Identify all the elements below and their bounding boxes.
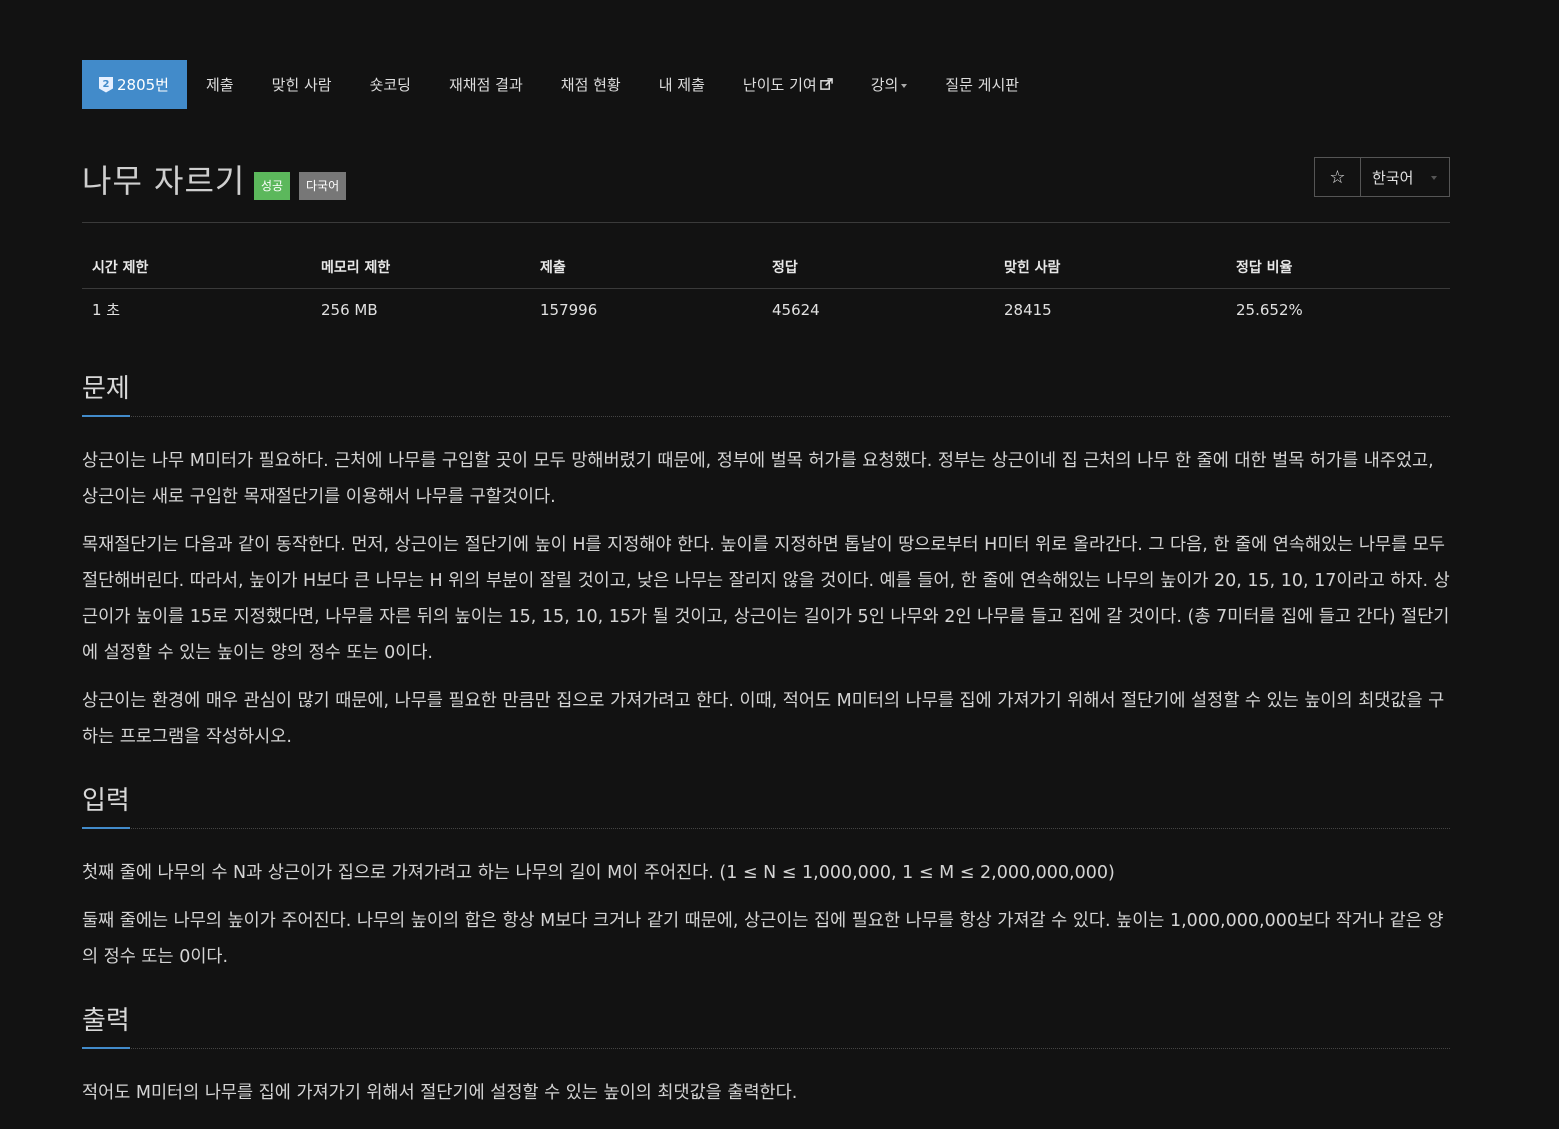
favorite-button[interactable]: ☆ (1315, 158, 1361, 196)
table-row: 1 초 256 MB 157996 45624 28415 25.652% (82, 289, 1450, 331)
tab-submit[interactable]: 제출 (187, 60, 253, 109)
description-paragraph: 상근이는 환경에 매우 관심이 많기 때문에, 나무를 필요한 만큼만 집으로 … (82, 691, 1445, 747)
tab-rejudge-results[interactable]: 재채점 결과 (430, 60, 542, 109)
description-section-header: 문제 (82, 368, 1450, 417)
section-title: 문제 (82, 368, 130, 417)
header-accept-ratio: 정답 비율 (1226, 244, 1450, 289)
language-select[interactable]: 한국어 (1361, 158, 1449, 196)
header-solved-users: 맞힌 사람 (994, 244, 1226, 289)
star-icon: ☆ (1329, 166, 1346, 188)
difficulty-contribution-label: 난이도 기여 (742, 76, 817, 94)
tier-badge-icon: 2 (99, 76, 113, 93)
chevron-down-icon (1431, 176, 1438, 180)
success-badge: 성공 (254, 172, 291, 200)
header-memory-limit: 메모리 제한 (311, 244, 530, 289)
submissions-value: 157996 (540, 300, 598, 319)
problem-title: 나무 자르기 (82, 162, 246, 200)
output-section-header: 출력 (82, 1000, 1450, 1049)
chevron-down-icon (901, 83, 908, 88)
tab-short-coding[interactable]: 숏코딩 (351, 60, 430, 109)
section-title: 입력 (82, 780, 130, 829)
tab-lectures[interactable]: 강의 (852, 60, 927, 109)
description-paragraph: 목재절단기는 다음과 같이 동작한다. 먼저, 상근이는 절단기에 높이 H를 … (82, 535, 1450, 663)
input-section-header: 입력 (82, 780, 1450, 829)
memory-limit-value: 256 MB (321, 300, 378, 319)
table-header-row: 시간 제한 메모리 제한 제출 정답 맞힌 사람 정답 비율 (82, 244, 1450, 289)
tab-solved-users[interactable]: 맞힌 사람 (253, 60, 351, 109)
section-title: 출력 (82, 1000, 130, 1049)
tab-problem[interactable]: 2 2805번 (82, 60, 187, 109)
tab-status[interactable]: 채점 현황 (542, 60, 640, 109)
solved-users-value: 28415 (1004, 300, 1052, 319)
external-link-icon (819, 78, 833, 90)
lectures-label: 강의 (870, 76, 899, 94)
tab-difficulty-contribution[interactable]: 난이도 기여 (724, 60, 852, 109)
input-paragraph: 첫째 줄에 나무의 수 N과 상근이가 집으로 가져가려고 하는 나무의 길이 … (82, 863, 1115, 883)
problem-header: 나무 자르기 성공 다국어 ☆ 한국어 (82, 150, 1450, 223)
header-accepted: 정답 (762, 244, 994, 289)
tab-question-board[interactable]: 질문 게시판 (926, 60, 1038, 109)
problem-menu: 2 2805번 제출 맞힌 사람 숏코딩 재채점 결과 채점 현황 내 제출 난… (82, 60, 1038, 109)
time-limit-value: 1 초 (92, 301, 121, 319)
accept-ratio-value: 25.652% (1236, 300, 1303, 319)
description-paragraph: 상근이는 나무 M미터가 필요하다. 근처에 나무를 구입할 곳이 모두 망해버… (82, 451, 1434, 507)
problem-info-table: 시간 제한 메모리 제한 제출 정답 맞힌 사람 정답 비율 1 초 256 M… (82, 244, 1450, 330)
language-label: 한국어 (1372, 168, 1414, 187)
problem-number: 2805번 (117, 76, 169, 94)
header-submissions: 제출 (530, 244, 762, 289)
accepted-value: 45624 (772, 300, 820, 319)
output-paragraph: 적어도 M미터의 나무를 집에 가져가기 위해서 절단기에 설정할 수 있는 높… (82, 1083, 798, 1103)
tab-my-submissions[interactable]: 내 제출 (640, 60, 724, 109)
header-button-group: ☆ 한국어 (1314, 157, 1450, 197)
header-time-limit: 시간 제한 (82, 244, 311, 289)
input-paragraph: 둘째 줄에는 나무의 높이가 주어진다. 나무의 높이의 합은 항상 M보다 크… (82, 911, 1444, 967)
multilang-badge: 다국어 (299, 172, 347, 200)
